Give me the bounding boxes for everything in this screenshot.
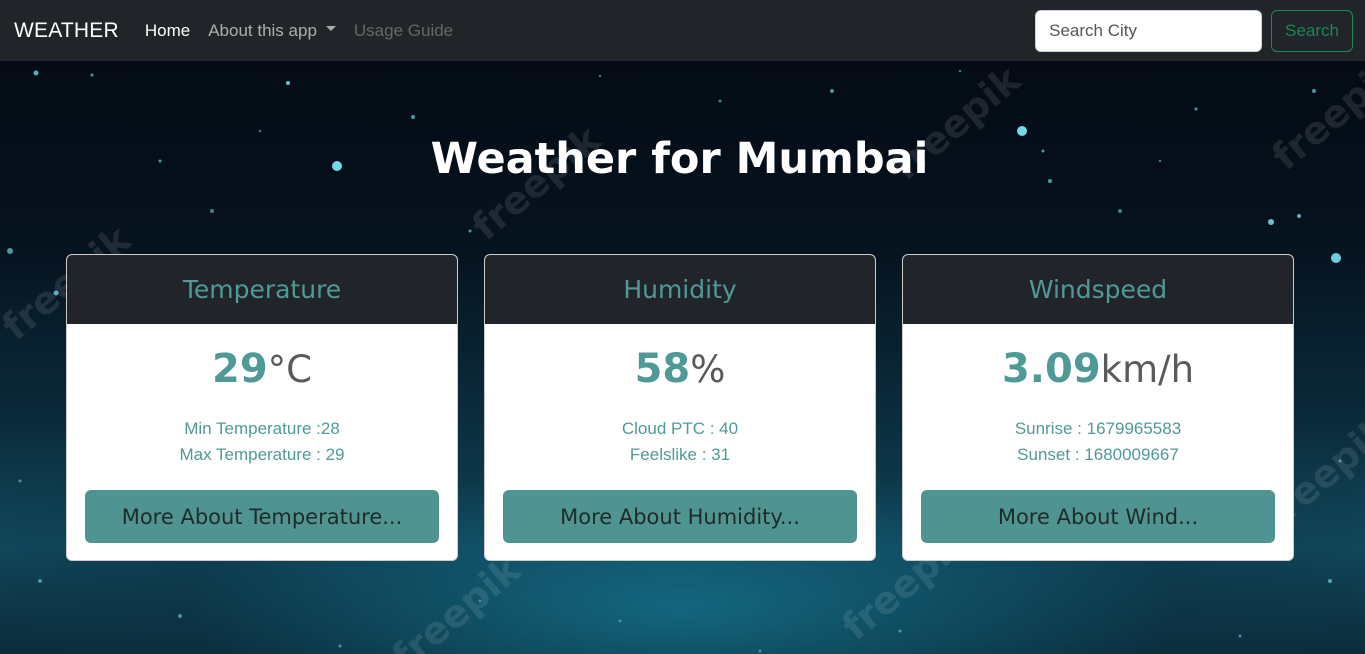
humidity-unit: % <box>690 348 726 391</box>
card-header-humidity: Humidity <box>485 255 875 324</box>
nav-link-about-label: About this app <box>208 20 317 40</box>
more-about-humidity-button[interactable]: More About Humidity... <box>503 490 857 543</box>
temperature-unit: °C <box>267 348 312 391</box>
windspeed-value: 3.09 <box>1001 346 1101 392</box>
card-header-windspeed: Windspeed <box>903 255 1293 324</box>
sunrise: Sunrise : 1679965583 <box>1014 419 1182 438</box>
temperature-details: Min Temperature :28 Max Temperature : 29 <box>67 416 457 468</box>
page-title: Weather for Mumbai <box>430 134 929 184</box>
navbar: WEATHER Home About this app Usage Guide … <box>0 0 1365 61</box>
feelslike: Feelslike : 31 <box>629 445 731 464</box>
search-form: Search <box>1035 9 1353 52</box>
humidity-details: Cloud PTC : 40 Feelslike : 31 <box>485 416 875 468</box>
windspeed-value-row: 3.09km/h <box>903 346 1293 396</box>
windspeed-unit: km/h <box>1100 348 1195 391</box>
card-header-temperature: Temperature <box>67 255 457 324</box>
temperature-card: Temperature 29°C Min Temperature :28 Max… <box>66 254 458 561</box>
max-temperature: Max Temperature : 29 <box>179 445 345 464</box>
cloud-ptc: Cloud PTC : 40 <box>621 419 739 438</box>
nav-link-usage-guide: Usage Guide <box>353 20 454 40</box>
nav-dropdown-about[interactable]: About this app <box>208 21 336 41</box>
humidity-card: Humidity 58% Cloud PTC : 40 Feelslike : … <box>484 254 876 561</box>
min-temperature: Min Temperature :28 <box>184 419 340 438</box>
windspeed-card: Windspeed 3.09km/h Sunrise : 1679965583 … <box>902 254 1294 561</box>
more-about-temperature-button[interactable]: More About Temperature... <box>85 490 439 543</box>
humidity-value-row: 58% <box>485 346 875 396</box>
temperature-value-row: 29°C <box>67 346 457 396</box>
nav-link-home[interactable]: Home <box>145 21 190 41</box>
temperature-value: 29 <box>211 346 268 392</box>
chevron-down-icon <box>325 26 336 31</box>
search-city-input[interactable] <box>1035 9 1263 52</box>
brand-logo[interactable]: WEATHER <box>14 19 119 43</box>
sunset: Sunset : 1680009667 <box>1017 445 1179 464</box>
hero-background: freepik freepik freepik freepik freepik … <box>0 61 1365 654</box>
search-button[interactable]: Search <box>1271 9 1353 52</box>
wind-details: Sunrise : 1679965583 Sunset : 1680009667 <box>903 416 1293 468</box>
more-about-wind-button[interactable]: More About Wind... <box>921 490 1275 543</box>
humidity-value: 58 <box>634 346 691 392</box>
